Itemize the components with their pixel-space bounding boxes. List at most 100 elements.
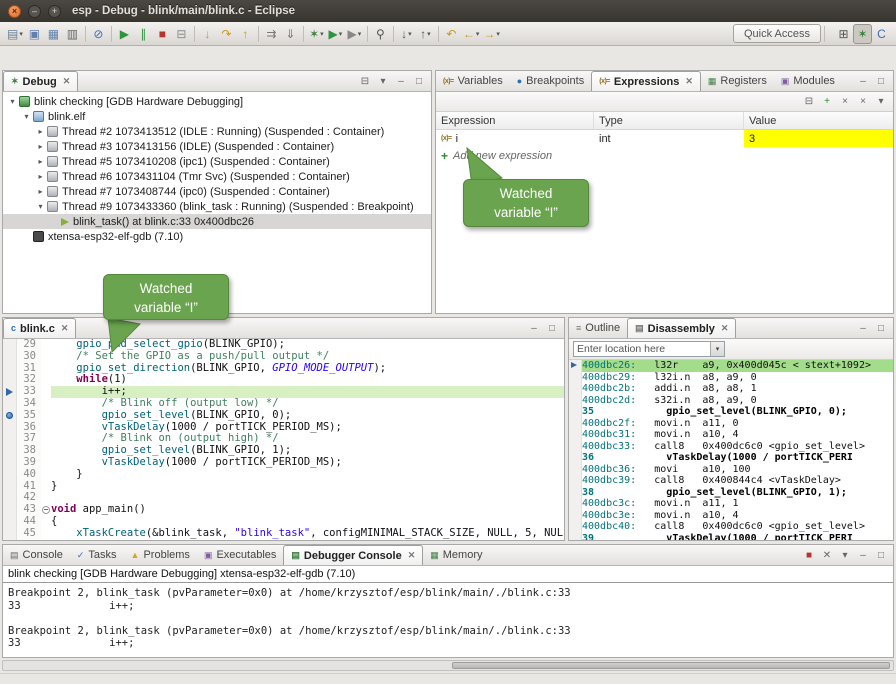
step-over-icon[interactable]: ↷ xyxy=(217,24,236,44)
column-type[interactable]: Type xyxy=(594,112,744,129)
gutter-icon-cell[interactable] xyxy=(3,339,17,351)
add-watch-expression-icon[interactable]: + xyxy=(820,94,834,109)
gutter-icon-cell[interactable] xyxy=(3,481,17,493)
search-icon[interactable]: ⚲ xyxy=(371,24,390,44)
debug-perspective-button[interactable]: ✶ xyxy=(853,24,872,44)
window-minimize-button[interactable]: – xyxy=(28,5,41,18)
gutter-icon-cell[interactable] xyxy=(3,422,17,434)
column-expression[interactable]: Expression xyxy=(436,112,594,129)
disassembly-row[interactable]: 400dbc3e: movi.n a10, 4 xyxy=(569,510,893,522)
terminate-icon[interactable]: ■ xyxy=(802,548,816,563)
expander-icon[interactable]: ▸ xyxy=(35,142,46,151)
gutter-icon-cell[interactable] xyxy=(3,445,17,457)
maximize-icon[interactable]: □ xyxy=(545,321,559,336)
close-tab-icon[interactable]: ✕ xyxy=(408,550,416,561)
debug-tree-row[interactable]: ▾blink.elf xyxy=(3,109,431,124)
disassembly-row[interactable]: 400dbc26: l32r a9, 0x400d045c < stext+10… xyxy=(569,360,893,372)
disassembly-row[interactable]: 400dbc2f: movi.n a11, 0 xyxy=(569,418,893,430)
disassembly-row[interactable]: 38 gpio_set_level(BLINK_GPIO, 1); xyxy=(569,487,893,499)
disassembly-row[interactable]: 39 vTaskDelay(1000 / portTICK_PERI xyxy=(569,533,893,542)
disassembly-row[interactable]: 400dbc39: call8 0x400844c4 <vTaskDelay> xyxy=(569,475,893,487)
disconnect-icon[interactable]: ⊟ xyxy=(172,24,191,44)
step-return-icon[interactable]: ↑ xyxy=(236,24,255,44)
expander-icon[interactable]: ▸ xyxy=(35,127,46,136)
gutter-icon-cell[interactable] xyxy=(3,410,17,422)
maximize-icon[interactable]: □ xyxy=(874,321,888,336)
debug-tree-row[interactable]: ▸Thread #6 1073431104 (Tmr Svc) (Suspend… xyxy=(3,169,431,184)
external-tools-icon[interactable]: ▶▾ xyxy=(345,24,364,44)
remove-launch-icon[interactable]: ✕ xyxy=(820,548,834,563)
tab-modules[interactable]: ▣Modules xyxy=(774,71,842,91)
back-icon[interactable]: ←▾ xyxy=(461,24,482,44)
disassembly-row[interactable]: 400dbc2b: addi.n a8, a8, 1 xyxy=(569,383,893,395)
maximize-icon[interactable]: □ xyxy=(874,74,888,89)
debug-tree-row[interactable]: ▾Thread #9 1073433360 (blink_task : Runn… xyxy=(3,199,431,214)
window-maximize-button[interactable]: + xyxy=(48,5,61,18)
previous-annotation-icon[interactable]: ↑▾ xyxy=(416,24,435,44)
remove-expression-icon[interactable]: × xyxy=(838,94,852,109)
tab-debug[interactable]: ✶Debug✕ xyxy=(3,71,78,91)
gutter-icon-cell[interactable] xyxy=(3,469,17,481)
view-menu-icon[interactable]: ▾ xyxy=(376,74,390,89)
tab-variables[interactable]: (x)=Variables xyxy=(436,71,510,91)
console-horizontal-scrollbar[interactable] xyxy=(2,660,894,671)
tab-tasks[interactable]: ✓Tasks xyxy=(70,545,124,565)
fold-collapse-icon[interactable] xyxy=(42,506,50,514)
suspend-icon[interactable]: ∥ xyxy=(134,24,153,44)
tab-debugger-console[interactable]: ▤Debugger Console✕ xyxy=(283,545,423,565)
disassembly-row[interactable]: 400dbc31: movi.n a10, 4 xyxy=(569,429,893,441)
tab-problems[interactable]: ▲Problems xyxy=(124,545,197,565)
remove-all-expressions-icon[interactable]: × xyxy=(856,94,870,109)
skip-all-breakpoints-icon[interactable]: ⊘ xyxy=(89,24,108,44)
tab-registers[interactable]: ▦Registers xyxy=(701,71,774,91)
debug-tree-row[interactable]: ▸Thread #2 1073413512 (IDLE : Running) (… xyxy=(3,124,431,139)
collapse-all-icon[interactable]: ⊟ xyxy=(802,94,816,109)
tab-disassembly[interactable]: ▤Disassembly✕ xyxy=(627,318,736,338)
minimize-icon[interactable]: – xyxy=(856,74,870,89)
location-input[interactable]: Enter location here ▾ xyxy=(573,341,725,357)
debug-tree-row[interactable]: xtensa-esp32-elf-gdb (7.10) xyxy=(3,229,431,244)
gutter-icon-cell[interactable] xyxy=(3,516,17,528)
next-annotation-icon[interactable]: ↓▾ xyxy=(397,24,416,44)
quick-access-button[interactable]: Quick Access xyxy=(733,24,821,43)
close-tab-icon[interactable]: ✕ xyxy=(61,323,69,334)
gutter-icon-cell[interactable] xyxy=(3,398,17,410)
disassembly-row[interactable]: 400dbc29: l32i.n a8, a9, 0 xyxy=(569,372,893,384)
forward-icon[interactable]: →▾ xyxy=(481,24,502,44)
minimize-icon[interactable]: – xyxy=(527,321,541,336)
disassembly-row[interactable]: 400dbc36: movi a10, 100 xyxy=(569,464,893,476)
step-into-icon[interactable]: ↓ xyxy=(198,24,217,44)
gutter-icon-cell[interactable] xyxy=(3,492,17,504)
editor-content[interactable]: 29 gpio_pad_select_gpio(BLINK_GPIO);30 /… xyxy=(3,339,564,540)
open-perspective-icon[interactable]: ⊞ xyxy=(834,24,853,44)
gutter-icon-cell[interactable] xyxy=(3,457,17,469)
gutter-icon-cell[interactable] xyxy=(3,363,17,375)
resume-icon[interactable]: ▶ xyxy=(115,24,134,44)
view-menu-icon[interactable]: ▾ xyxy=(874,94,888,109)
tab-expressions[interactable]: (x)=Expressions✕ xyxy=(591,71,701,91)
run-icon[interactable]: ▶▾ xyxy=(326,24,345,44)
debug-icon[interactable]: ✶▾ xyxy=(307,24,326,44)
expander-icon[interactable]: ▸ xyxy=(35,187,46,196)
gutter-icon-cell[interactable] xyxy=(3,351,17,363)
tab-executables[interactable]: ▣Executables xyxy=(197,545,283,565)
debug-tree-row[interactable]: ▸Thread #3 1073413156 (IDLE) (Suspended … xyxy=(3,139,431,154)
tab-memory[interactable]: ▦Memory xyxy=(423,545,489,565)
disassembly-row[interactable]: 35 gpio_set_level(BLINK_GPIO, 0); xyxy=(569,406,893,418)
gutter-icon-cell[interactable] xyxy=(3,528,17,540)
gutter-icon-cell[interactable] xyxy=(3,433,17,445)
last-edit-location-icon[interactable]: ↶ xyxy=(442,24,461,44)
window-close-button[interactable]: × xyxy=(8,5,21,18)
collapse-all-icon[interactable]: ⊟ xyxy=(358,74,372,89)
print-icon[interactable]: ▥ xyxy=(63,24,82,44)
maximize-icon[interactable]: □ xyxy=(412,74,426,89)
close-tab-icon[interactable]: ✕ xyxy=(721,323,729,334)
tab-outline[interactable]: ≡Outline xyxy=(569,318,627,338)
close-tab-icon[interactable]: ✕ xyxy=(63,76,71,87)
cpp-perspective-button[interactable]: C xyxy=(872,24,891,44)
column-value[interactable]: Value xyxy=(744,112,893,129)
save-icon[interactable]: ▣ xyxy=(25,24,44,44)
instruction-stepping-icon[interactable]: ⇉ xyxy=(262,24,281,44)
debug-tree-row[interactable]: ▸Thread #5 1073410208 (ipc1) (Suspended … xyxy=(3,154,431,169)
tab-blink-c[interactable]: cblink.c✕ xyxy=(3,318,76,338)
